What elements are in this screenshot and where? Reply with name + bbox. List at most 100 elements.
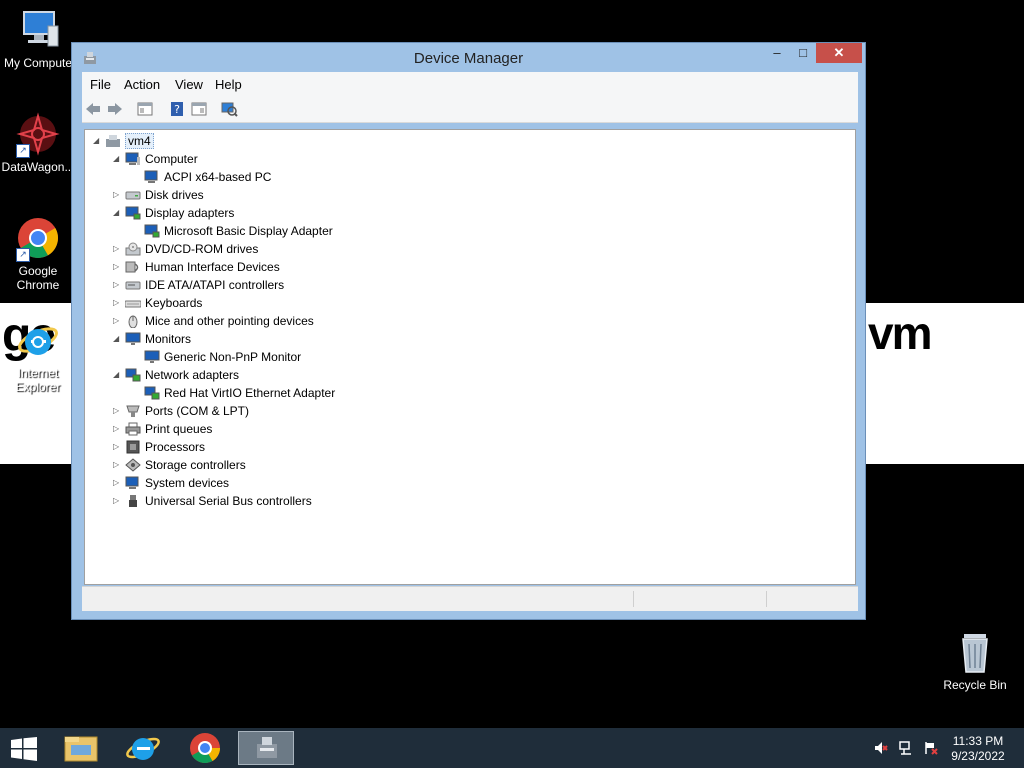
expand-toggle-icon[interactable]: ▷ — [113, 474, 123, 492]
tree-node-label: Processors — [145, 440, 206, 454]
desktop-icon-label: Explorer — [15, 380, 61, 394]
tree-node-label: Microsoft Basic Display Adapter — [164, 224, 333, 238]
tree-node-label: Ports (COM & LPT) — [145, 404, 250, 418]
titlebar[interactable]: Device Manager – □ ✕ — [72, 43, 865, 73]
file-explorer-taskbar-button[interactable] — [53, 731, 109, 765]
tree-node[interactable]: ▷ Universal Serial Bus controllers — [113, 492, 413, 510]
expand-toggle-icon[interactable]: ▷ — [113, 240, 123, 258]
tree-node[interactable]: ▷ DVD/CD-ROM drives — [113, 240, 413, 258]
expand-toggle-icon[interactable]: ▷ — [113, 492, 123, 510]
tree-node-label: Monitors — [145, 332, 192, 346]
collapse-toggle-icon[interactable]: ◢ — [113, 366, 123, 384]
tree-node[interactable]: ▷ Keyboards — [113, 294, 413, 312]
tree-node[interactable]: ▷ Disk drives — [113, 186, 413, 204]
tree-node[interactable]: ◢ Monitors — [113, 330, 413, 348]
tree-node-label: System devices — [145, 476, 230, 490]
desktop-icon-google-chrome[interactable]: ↗ Google Chrome — [0, 216, 78, 292]
details-view-icon[interactable] — [190, 100, 208, 118]
computer-icon — [144, 170, 160, 184]
svg-text:?: ? — [174, 103, 180, 116]
display-adapter-icon — [125, 206, 141, 220]
collapse-toggle-icon[interactable]: ◢ — [113, 330, 123, 348]
recycle-bin-icon — [953, 630, 997, 674]
network-icon[interactable] — [899, 741, 913, 755]
computer-icon — [18, 8, 62, 52]
desktop-icon-internet-explorer[interactable]: Internet Explorer — [0, 318, 78, 394]
expand-toggle-icon[interactable]: ▷ — [113, 294, 123, 312]
tree-node[interactable]: ◢ Display adapters — [113, 204, 413, 222]
desktop-icon-my-computer[interactable]: My Computer — [0, 8, 80, 70]
internet-explorer-taskbar-button[interactable] — [115, 731, 171, 765]
forward-arrow-icon[interactable] — [106, 100, 124, 118]
tree-node[interactable]: ▷ Print queues — [113, 420, 413, 438]
tree-node[interactable]: Generic Non-PnP Monitor — [132, 348, 432, 366]
desktop-icon-recycle-bin[interactable]: Recycle Bin — [935, 630, 1015, 692]
expand-toggle-icon[interactable]: ▷ — [113, 402, 123, 420]
speaker-muted-icon[interactable] — [874, 741, 888, 755]
menu-view[interactable]: View — [175, 77, 203, 92]
desktop-icon-datawagon[interactable]: ↗ DataWagon... — [0, 112, 78, 174]
shortcut-arrow-icon: ↗ — [16, 248, 30, 262]
back-arrow-icon[interactable] — [84, 100, 102, 118]
device-tree[interactable]: ◢ vm4 ◢ Computer ACPI x64-based PC ▷ Dis… — [84, 129, 856, 585]
taskbar: 11:33 PM 9/23/2022 — [0, 728, 1024, 768]
tree-node-label: Human Interface Devices — [145, 260, 280, 274]
display-adapter-icon — [144, 224, 160, 238]
tree-node[interactable]: ▷ Human Interface Devices — [113, 258, 413, 276]
tree-node-label: DVD/CD-ROM drives — [145, 242, 259, 256]
properties-view-icon[interactable] — [136, 100, 154, 118]
expand-toggle-icon[interactable]: ▷ — [113, 456, 123, 474]
action-center-flag-icon[interactable] — [924, 741, 938, 755]
tree-node[interactable]: Red Hat VirtIO Ethernet Adapter — [132, 384, 432, 402]
expand-toggle-icon[interactable]: ▷ — [113, 276, 123, 294]
tree-node[interactable]: ▷ Mice and other pointing devices — [113, 312, 413, 330]
menu-action[interactable]: Action — [124, 77, 160, 92]
device-manager-taskbar-button[interactable] — [238, 731, 294, 765]
tree-node[interactable]: ▷ Processors — [113, 438, 413, 456]
taskbar-clock[interactable]: 11:33 PM 9/23/2022 — [938, 734, 1018, 764]
tree-node[interactable]: ▷ System devices — [113, 474, 413, 492]
tree-node[interactable]: ◢ Computer — [113, 150, 413, 168]
expand-toggle-icon[interactable]: ▷ — [113, 312, 123, 330]
ide-controller-icon — [125, 278, 141, 292]
datawagon-icon: ↗ — [16, 112, 60, 158]
chrome-taskbar-button[interactable] — [177, 731, 233, 765]
minimize-button[interactable]: – — [764, 43, 790, 63]
status-divider — [633, 591, 634, 607]
printer-icon — [125, 422, 141, 436]
expand-toggle-icon[interactable]: ▷ — [113, 438, 123, 456]
tree-node[interactable]: ▷ Storage controllers — [113, 456, 413, 474]
system-device-icon — [125, 476, 141, 490]
close-button[interactable]: ✕ — [816, 43, 862, 63]
help-icon[interactable]: ? — [168, 100, 186, 118]
tree-node[interactable]: Microsoft Basic Display Adapter — [132, 222, 432, 240]
expand-toggle-icon[interactable]: ▷ — [113, 186, 123, 204]
scan-hardware-icon[interactable] — [220, 100, 238, 118]
menu-help[interactable]: Help — [215, 77, 242, 92]
windows-start-icon[interactable] — [10, 737, 38, 761]
tree-node[interactable]: ▷ Ports (COM & LPT) — [113, 402, 413, 420]
shortcut-arrow-icon: ↗ — [16, 144, 30, 158]
tree-node-root[interactable]: ◢ vm4 — [93, 132, 293, 150]
tree-node-label: Disk drives — [145, 188, 204, 202]
menu-file[interactable]: File — [90, 77, 111, 92]
collapse-toggle-icon[interactable]: ◢ — [93, 132, 103, 150]
collapse-toggle-icon[interactable]: ◢ — [113, 150, 123, 168]
tree-node[interactable]: ACPI x64-based PC — [132, 168, 432, 186]
expand-toggle-icon[interactable]: ▷ — [113, 258, 123, 276]
desktop-icon-label: DataWagon... — [1, 160, 75, 174]
expand-toggle-icon[interactable]: ▷ — [113, 420, 123, 438]
disk-drive-icon — [125, 188, 141, 202]
monitor-icon — [144, 350, 160, 364]
maximize-button[interactable]: □ — [790, 43, 816, 63]
tree-node[interactable]: ◢ Network adapters — [113, 366, 413, 384]
status-divider — [766, 591, 767, 607]
hid-icon — [125, 260, 141, 274]
tree-node-label: IDE ATA/ATAPI controllers — [145, 278, 285, 292]
tree-node[interactable]: ▷ IDE ATA/ATAPI controllers — [113, 276, 413, 294]
tree-node-label: Keyboards — [145, 296, 203, 310]
tree-node-label: Generic Non-PnP Monitor — [164, 350, 302, 364]
device-manager-window[interactable]: Device Manager – □ ✕ File Action View He… — [71, 42, 866, 620]
collapse-toggle-icon[interactable]: ◢ — [113, 204, 123, 222]
tree-node-label: Print queues — [145, 422, 213, 436]
